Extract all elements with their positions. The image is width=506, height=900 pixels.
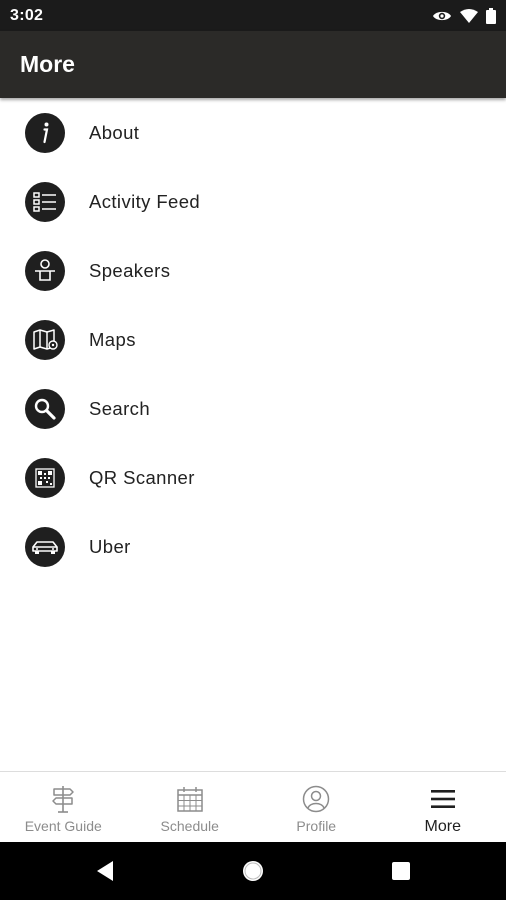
status-icons (432, 7, 496, 24)
tab-label: More (424, 818, 461, 835)
info-icon (25, 112, 65, 153)
qr-code-icon (25, 457, 65, 498)
list-icon (25, 181, 65, 222)
menu-item-label: About (89, 121, 140, 143)
back-icon[interactable] (31, 860, 179, 882)
app-bar: More (0, 31, 506, 98)
speaker-icon (25, 250, 65, 291)
profile-icon (302, 784, 330, 814)
system-nav-bar (0, 842, 506, 900)
search-icon (25, 388, 65, 429)
car-icon (25, 526, 65, 567)
tab-event-guide[interactable]: Event Guide (0, 772, 127, 842)
menu-item-label: Search (89, 397, 151, 419)
menu-item-label: QR Scanner (89, 466, 195, 488)
calendar-icon (176, 784, 204, 814)
tab-label: Event Guide (24, 818, 102, 834)
battery-icon (486, 7, 496, 24)
status-time: 3:02 (10, 6, 44, 24)
menu-item-maps[interactable]: Maps (0, 305, 506, 374)
menu-item-about[interactable]: About (0, 98, 506, 167)
map-icon (25, 319, 65, 360)
home-icon[interactable] (179, 859, 327, 883)
menu-item-speakers[interactable]: Speakers (0, 236, 506, 305)
tab-schedule[interactable]: Schedule (127, 772, 254, 842)
signpost-icon (50, 784, 76, 814)
eye-icon (432, 9, 452, 23)
menu-item-uber[interactable]: Uber (0, 512, 506, 581)
menu-item-activity-feed[interactable]: Activity Feed (0, 167, 506, 236)
recents-icon[interactable] (327, 861, 475, 881)
tab-label: Schedule (160, 818, 219, 834)
tab-label: Profile (296, 818, 337, 834)
page-title: More (20, 51, 75, 77)
wifi-icon (460, 8, 478, 23)
status-bar: 3:02 (0, 0, 506, 31)
menu-item-label: Uber (89, 535, 131, 557)
menu-item-search[interactable]: Search (0, 374, 506, 443)
menu-item-label: Maps (89, 328, 136, 350)
tab-more[interactable]: More (380, 772, 506, 842)
menu-item-label: Speakers (89, 259, 171, 281)
menu-item-label: Activity Feed (89, 190, 201, 212)
menu-item-qr-scanner[interactable]: QR Scanner (0, 443, 506, 512)
tab-profile[interactable]: Profile (253, 772, 380, 842)
menu-icon (430, 784, 456, 814)
more-menu-list: About Activity Feed Speakers Maps Search… (0, 98, 506, 581)
bottom-tab-bar: Event Guide Schedule Profile More (0, 771, 506, 842)
